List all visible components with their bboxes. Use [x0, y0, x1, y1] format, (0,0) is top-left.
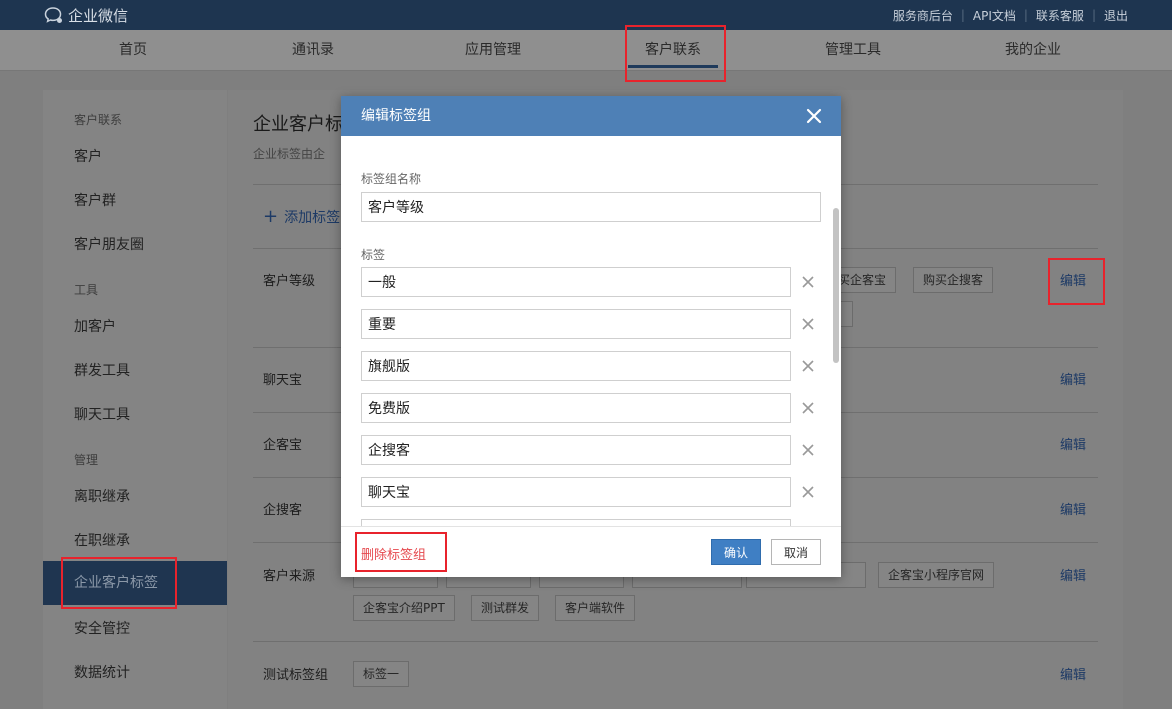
tag-chip: 标签一 — [353, 661, 410, 687]
divider: | — [960, 8, 965, 22]
tag-input[interactable] — [361, 351, 791, 381]
tag-chip: 测试群发 — [471, 595, 540, 621]
divider: | — [1091, 8, 1096, 22]
tag-chip: 企客宝小程序官网 — [878, 562, 995, 588]
top-bar: 企业微信 服务商后台 | API文档 | 联系客服 | 退出 — [0, 0, 1172, 30]
top-links: 服务商后台 | API文档 | 联系客服 | 退出 — [893, 0, 1128, 30]
sidebar-item-moments[interactable]: 客户朋友圈 — [74, 234, 144, 254]
top-link-logout[interactable]: 退出 — [1104, 7, 1128, 24]
sidebar-item-onjob-inherit[interactable]: 在职继承 — [74, 530, 130, 550]
sidebar-item-mass-send[interactable]: 群发工具 — [74, 360, 130, 380]
remove-tag-icon[interactable] — [800, 316, 816, 332]
sidebar-item-security[interactable]: 安全管控 — [74, 618, 130, 638]
sidebar-group-customer-contact: 客户联系 — [74, 113, 123, 127]
edit-button[interactable]: 编辑 — [1060, 434, 1086, 453]
group-name-input[interactable] — [361, 192, 821, 222]
sidebar-item-statistics[interactable]: 数据统计 — [74, 662, 130, 682]
highlight-box-sidebar — [61, 557, 177, 609]
dialog-scrollbar[interactable] — [833, 208, 839, 363]
sidebar-item-chat-tools[interactable]: 聊天工具 — [74, 404, 130, 424]
remove-tag-icon[interactable] — [800, 358, 816, 374]
highlight-box-delete — [355, 532, 447, 572]
nav-home[interactable]: 首页 — [43, 30, 223, 71]
highlight-box-edit — [1048, 258, 1105, 305]
edit-tag-group-dialog: 编辑标签组 标签组名称 标签 删除标签组 确认 取消 — [341, 96, 841, 577]
highlight-box-nav — [625, 25, 726, 82]
tag-group-name: 企搜客 — [263, 503, 303, 518]
top-link-api-docs[interactable]: API文档 — [973, 7, 1016, 24]
logo-text: 企业微信 — [68, 6, 129, 25]
add-tag-button[interactable]: + 添加标签 — [263, 206, 340, 227]
divider — [253, 641, 1098, 642]
tag-input[interactable] — [361, 309, 791, 339]
remove-tag-icon[interactable] — [800, 400, 816, 416]
dialog-title: 编辑标签组 — [361, 108, 431, 124]
cancel-button[interactable]: 取消 — [771, 539, 821, 565]
tag-group-name: 测试标签组 — [263, 668, 329, 683]
tag-group-name: 聊天宝 — [263, 373, 303, 388]
nav-contacts[interactable]: 通讯录 — [223, 30, 403, 71]
tag-chip: 客户端软件 — [555, 595, 636, 621]
sidebar-group-management: 管理 — [74, 453, 99, 467]
dialog-body: 标签组名称 标签 — [341, 136, 841, 526]
nav-management-tools[interactable]: 管理工具 — [763, 30, 943, 71]
close-icon[interactable] — [805, 107, 823, 125]
tag-group-name: 客户等级 — [263, 274, 316, 289]
sidebar-item-add-customer[interactable]: 加客户 — [74, 316, 116, 336]
edit-button[interactable]: 编辑 — [1060, 565, 1086, 584]
sidebar-item-customer-groups[interactable]: 客户群 — [74, 190, 116, 210]
tag-group-name: 企客宝 — [263, 438, 303, 453]
page-description: 企业标签由企 — [253, 147, 326, 161]
remove-tag-icon[interactable] — [800, 484, 816, 500]
tag-chip: 企客宝介绍PPT — [353, 595, 455, 621]
sidebar-group-tools: 工具 — [74, 283, 99, 297]
tag-input[interactable] — [361, 477, 791, 507]
edit-button[interactable]: 编辑 — [1060, 664, 1086, 683]
dialog-header: 编辑标签组 — [341, 96, 841, 136]
wecom-logo-icon — [44, 7, 62, 23]
group-name-label: 标签组名称 — [361, 172, 422, 186]
nav-my-company[interactable]: 我的企业 — [943, 30, 1123, 71]
tag-input-partial[interactable] — [361, 519, 791, 526]
plus-icon: + — [263, 206, 279, 227]
confirm-button[interactable]: 确认 — [711, 539, 761, 565]
page-title: 企业客户标 — [253, 114, 343, 135]
remove-tag-icon[interactable] — [800, 442, 816, 458]
nav-app-management[interactable]: 应用管理 — [403, 30, 583, 71]
top-link-provider[interactable]: 服务商后台 — [893, 7, 953, 24]
sidebar-item-resigned-inherit[interactable]: 离职继承 — [74, 486, 130, 506]
tags-label: 标签 — [361, 248, 386, 262]
tag-input[interactable] — [361, 393, 791, 423]
divider: | — [1023, 8, 1028, 22]
main-nav: 首页 通讯录 应用管理 客户联系 管理工具 我的企业 — [0, 30, 1172, 71]
logo[interactable]: 企业微信 — [44, 4, 128, 26]
tag-input[interactable] — [361, 267, 791, 297]
edit-button[interactable]: 编辑 — [1060, 499, 1086, 518]
tag-input[interactable] — [361, 435, 791, 465]
edit-button[interactable]: 编辑 — [1060, 369, 1086, 388]
sidebar-item-customers[interactable]: 客户 — [74, 146, 102, 166]
tag-group-name: 客户来源 — [263, 569, 316, 584]
remove-tag-icon[interactable] — [800, 274, 816, 290]
sidebar: 客户联系 客户 客户群 客户朋友圈 工具 加客户 群发工具 聊天工具 管理 离职… — [43, 90, 227, 709]
top-link-support[interactable]: 联系客服 — [1036, 7, 1084, 24]
add-tag-label: 添加标签 — [284, 210, 341, 226]
tag-chip: 购买企搜客 — [913, 267, 994, 293]
